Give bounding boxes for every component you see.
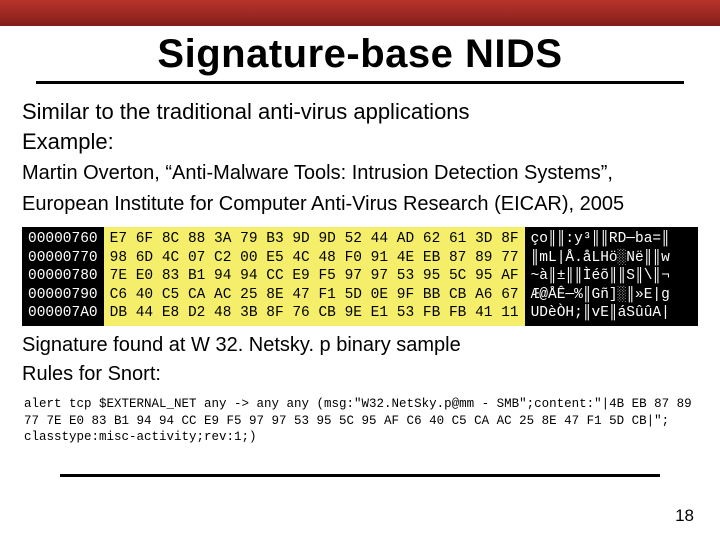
citation-line-2: European Institute for Computer Anti-Vir… <box>22 192 698 217</box>
top-accent-bar <box>0 0 720 26</box>
hex-addresses: 00000760 00000770 00000780 00000790 0000… <box>22 227 104 326</box>
slide-title: Signature-base NIDS <box>0 32 720 77</box>
page-number: 18 <box>675 506 694 526</box>
rules-caption: Rules for Snort: <box>22 363 698 386</box>
snort-rule: alert tcp $EXTERNAL_NET any -> any any (… <box>24 396 696 447</box>
paragraph-2: Example: <box>22 128 698 156</box>
title-underline <box>36 81 684 84</box>
paragraph-1: Similar to the traditional anti-virus ap… <box>22 98 698 126</box>
hex-bytes: E7 6F 8C 88 3A 79 B3 9D 9D 52 44 AD 62 6… <box>104 227 525 326</box>
citation-line-1: Martin Overton, “Anti-Malware Tools: Int… <box>22 161 698 186</box>
hex-dump: 00000760 00000770 00000780 00000790 0000… <box>22 227 698 326</box>
slide-body: Similar to the traditional anti-virus ap… <box>0 98 720 446</box>
signature-caption: Signature found at W 32. Netsky. p binar… <box>22 334 698 357</box>
footer-rule <box>60 474 660 477</box>
hex-ascii: ço║║:y³║║RD─ba=║ ║mL|Å.åLHö░Në║║w ~à║±║║… <box>525 227 676 326</box>
